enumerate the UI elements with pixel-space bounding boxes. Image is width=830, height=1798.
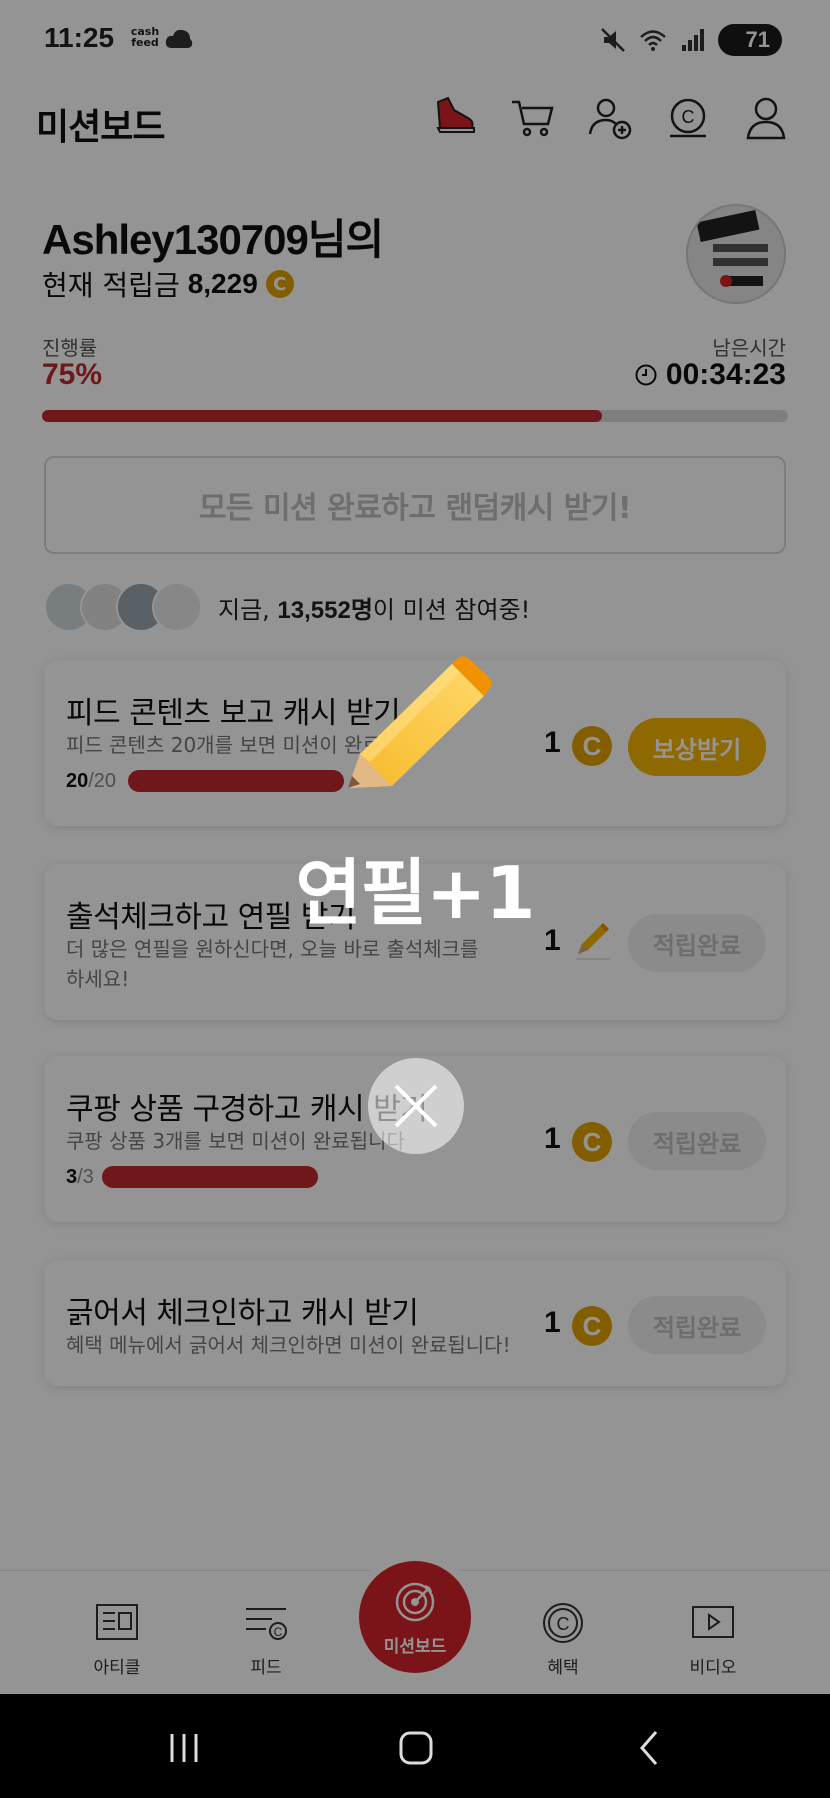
home-icon[interactable] xyxy=(396,1728,436,1768)
close-button[interactable] xyxy=(368,1058,464,1154)
back-icon[interactable] xyxy=(630,1728,670,1768)
system-navigation-bar xyxy=(0,1694,830,1798)
recent-apps-icon[interactable] xyxy=(164,1730,204,1766)
popup-reward-text: 연필+1 xyxy=(295,851,536,935)
close-icon xyxy=(394,1084,438,1128)
pencil-icon xyxy=(348,656,492,788)
